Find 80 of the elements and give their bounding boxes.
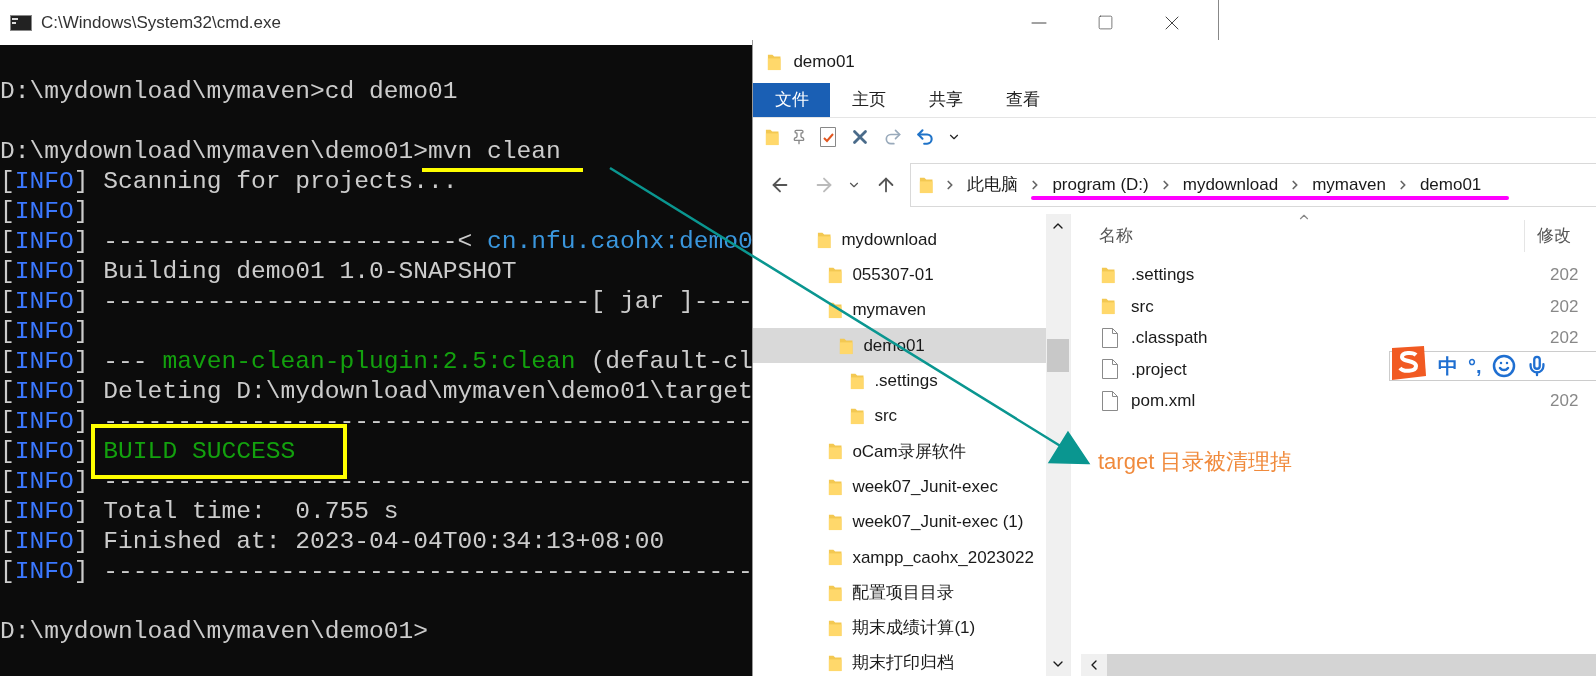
breadcrumb-item[interactable]: mydownload bbox=[1182, 172, 1279, 198]
console-line: [INFO] BUILD SUCCESS bbox=[0, 438, 296, 465]
folder-icon bbox=[828, 548, 843, 567]
tree-item[interactable]: week07_Junit-exec bbox=[753, 469, 1046, 505]
file-icon bbox=[1101, 326, 1119, 349]
column-header[interactable]: 名称 bbox=[1099, 223, 1133, 249]
folder-icon bbox=[1101, 297, 1116, 316]
console-line: D:\mydownload\mymaven\demo01> bbox=[0, 618, 428, 645]
ribbon-tab[interactable]: 共享 bbox=[907, 83, 984, 117]
folder-icon bbox=[919, 176, 934, 194]
tree-item[interactable]: mydownload bbox=[753, 222, 1046, 258]
console-line: [INFO] ---------------------------------[ jar ]---- bbox=[0, 288, 753, 315]
tree-item[interactable]: 期末成绩计算(1) bbox=[753, 610, 1046, 646]
tree-item[interactable]: 055307-01 bbox=[753, 257, 1046, 293]
console-line: D:\mydownload\mymaven>cd demo01 bbox=[0, 78, 458, 105]
folder-icon bbox=[850, 407, 865, 426]
console-line: [INFO] Total time: 0.755 s bbox=[0, 498, 399, 525]
address-bar[interactable]: 此电脑 program (D:) mydownload mymaven demo01 bbox=[910, 163, 1596, 207]
scrollbar[interactable] bbox=[1046, 214, 1070, 676]
file-date: 202 bbox=[1549, 295, 1580, 318]
tree-item[interactable]: xampp_caohx_2023022 bbox=[753, 539, 1046, 575]
tree-item[interactable]: src bbox=[753, 398, 1046, 434]
window-title: C:\Windows\System32\cmd.exe bbox=[41, 11, 281, 34]
console-line: [INFO] Building demo01 1.0-SNAPSHOT bbox=[0, 258, 517, 285]
console-line: [INFO] Deleting D:\mydownload\mymaven\demo01\target bbox=[0, 378, 753, 405]
file-name: .classpath bbox=[1131, 327, 1208, 349]
file-name: pom.xml bbox=[1131, 390, 1196, 412]
annotation-text: target 目录被清理掉 bbox=[1098, 448, 1293, 474]
tree-item[interactable]: .settings bbox=[753, 363, 1046, 399]
breadcrumb-item[interactable]: 此电脑 bbox=[967, 172, 1019, 198]
folder-icon bbox=[817, 230, 832, 249]
folder-icon bbox=[850, 371, 865, 390]
column-header[interactable]: 修改 bbox=[1537, 223, 1571, 249]
tree-item[interactable]: week07_Junit-exec (1) bbox=[753, 504, 1046, 540]
ribbon-tab[interactable]: 文件 bbox=[753, 83, 830, 117]
tree-item[interactable]: 配置项目目录 bbox=[753, 574, 1046, 611]
console-line: [INFO] -------------------------------------------- bbox=[0, 558, 753, 585]
file-name: .project bbox=[1131, 358, 1187, 381]
folder-icon bbox=[828, 654, 843, 673]
console-line: [INFO] Finished at: 2023-04-04T00:34:13+08:00 bbox=[0, 528, 665, 555]
console-line: [INFO] bbox=[0, 318, 89, 345]
console-icon bbox=[10, 14, 32, 31]
ime-item[interactable]: °, bbox=[1468, 351, 1482, 381]
file-date: 202 bbox=[1549, 390, 1580, 412]
console-line: [INFO] Scanning for projects... bbox=[0, 168, 458, 195]
emoji-icon[interactable] bbox=[1491, 354, 1516, 378]
folder-icon bbox=[839, 336, 854, 355]
tree-item[interactable]: oCam录屏软件 bbox=[753, 433, 1046, 470]
folder-icon bbox=[828, 477, 843, 496]
tree-item[interactable]: 期末打印归档 bbox=[753, 645, 1046, 676]
folder-icon bbox=[767, 52, 782, 71]
folder-icon bbox=[828, 265, 843, 284]
horizontal-scrollbar[interactable] bbox=[1081, 654, 1596, 676]
file-date: 202 bbox=[1549, 327, 1580, 349]
console-line: [INFO] --- maven-clean-plugin:2.5:clean (default-cl bbox=[0, 348, 753, 375]
undo-icon[interactable] bbox=[915, 127, 936, 147]
folder-icon bbox=[828, 442, 843, 461]
file-icon bbox=[1101, 358, 1119, 381]
ime-item[interactable]: 中 bbox=[1438, 351, 1458, 381]
scroll-thumb[interactable] bbox=[1047, 338, 1069, 372]
folder-icon bbox=[1101, 265, 1116, 284]
folder-icon bbox=[765, 128, 780, 146]
properties-icon[interactable] bbox=[819, 126, 838, 148]
console-line: [INFO] -------------------------------------------- bbox=[0, 468, 753, 495]
ribbon-tab[interactable]: 主页 bbox=[830, 83, 907, 117]
breadcrumb-item[interactable]: demo01 bbox=[1419, 172, 1482, 198]
file-icon bbox=[1101, 389, 1119, 412]
console-line: D:\mydownload\mymaven\demo01>mvn clean bbox=[0, 138, 561, 165]
console-line: [INFO] bbox=[0, 198, 89, 225]
breadcrumb-item[interactable]: program (D:) bbox=[1052, 172, 1149, 198]
file-name: .settings bbox=[1131, 264, 1195, 286]
console-line: [INFO] -------------------------------------------- bbox=[0, 408, 753, 435]
breadcrumb-item[interactable]: mymaven bbox=[1312, 172, 1386, 198]
folder-icon bbox=[828, 583, 843, 602]
folder-icon bbox=[828, 513, 843, 531]
ribbon-tab[interactable]: 查看 bbox=[984, 83, 1061, 117]
file-name: src bbox=[1131, 295, 1154, 318]
file-date: 202 bbox=[1549, 264, 1580, 286]
window-title: demo01 bbox=[793, 50, 855, 73]
folder-icon bbox=[828, 618, 843, 637]
